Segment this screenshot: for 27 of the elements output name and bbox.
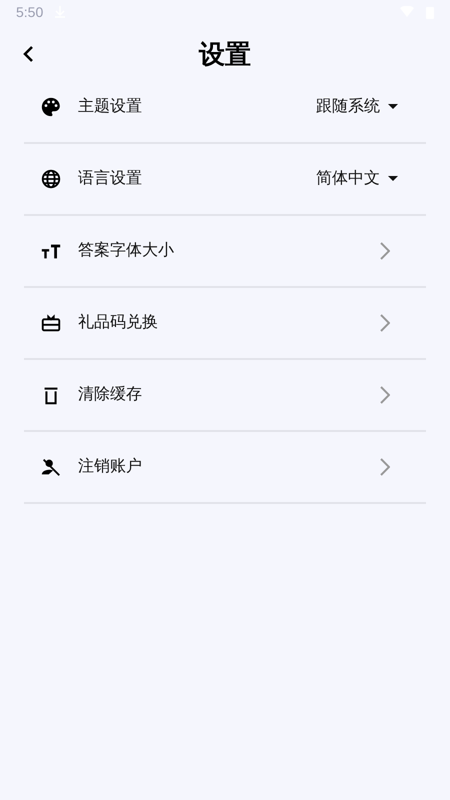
row-label: 主题设置 (78, 96, 142, 117)
dropdown[interactable]: 跟随系统 (316, 95, 398, 119)
gift-card-icon (40, 312, 62, 334)
row-label: 注销账户 (78, 456, 142, 477)
chevron-right-icon (380, 314, 390, 332)
settings-row[interactable]: 答案字体大小 (24, 216, 426, 288)
settings-row[interactable]: 注销账户 (24, 432, 426, 504)
caret-down-icon (388, 176, 398, 182)
settings-row[interactable]: 清除缓存 (24, 360, 426, 432)
caret-down-icon (388, 104, 398, 110)
row-label: 答案字体大小 (78, 240, 174, 261)
globe-icon (40, 168, 62, 190)
chevron-right-icon (380, 458, 390, 476)
dropdown[interactable]: 简体中文 (316, 167, 398, 191)
person-off-icon (40, 456, 62, 478)
palette-icon (40, 96, 62, 118)
row-label: 礼品码兑换 (78, 312, 158, 333)
page-title: 设置 (199, 38, 251, 70)
settings-row[interactable]: 礼品码兑换 (24, 288, 426, 360)
status-time: 5:50 (16, 3, 44, 22)
row-label: 语言设置 (78, 168, 142, 189)
row-label: 清除缓存 (78, 384, 142, 405)
chevron-right-icon (380, 242, 390, 260)
chevron-right-icon (380, 386, 390, 404)
back-icon (21, 44, 35, 64)
settings-row[interactable]: 主题设置 跟随系统 (24, 72, 426, 144)
settings-row[interactable]: 语言设置 简体中文 (24, 144, 426, 216)
